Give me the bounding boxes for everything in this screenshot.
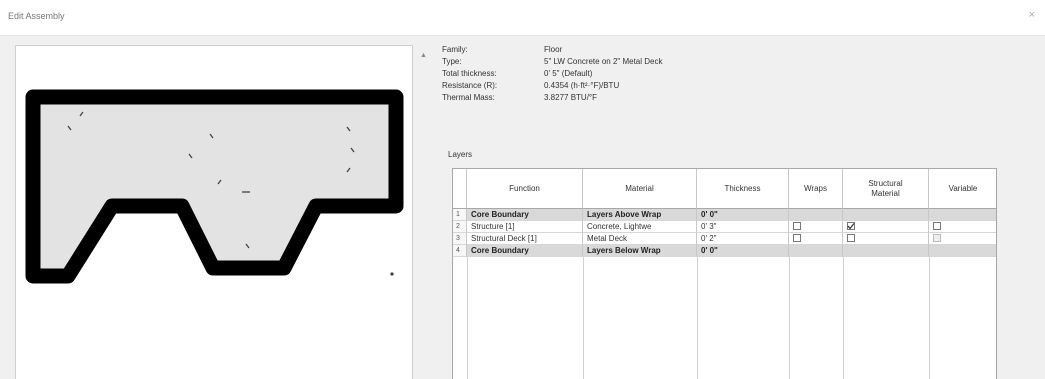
floor-section-profile	[25, 89, 404, 284]
variable-cell	[929, 233, 996, 245]
floor-profile-drawing	[25, 89, 404, 284]
structural-material-cell	[843, 245, 929, 257]
scroll-up-arrow-icon[interactable]: ▲	[420, 52, 427, 59]
layers-table[interactable]: Function Material Thickness Wraps Struct…	[452, 168, 997, 379]
function-cell[interactable]: Structure [1]	[467, 221, 583, 233]
row-number: 4	[453, 245, 467, 257]
property-value: 5" LW Concrete on 2" Metal Deck	[544, 57, 663, 66]
property-label: Type:	[442, 57, 462, 66]
property-value: 0' 5" (Default)	[544, 69, 593, 78]
property-value: 3.8277 BTU/°F	[544, 93, 597, 102]
assembly-preview[interactable]	[15, 45, 413, 379]
property-value: 0.4354 (h·ft²·°F)/BTU	[544, 81, 620, 90]
wraps-checkbox[interactable]	[793, 221, 801, 230]
column-header-material[interactable]: Material	[583, 169, 697, 209]
function-cell[interactable]: Core Boundary	[467, 245, 583, 257]
row-number-header	[453, 169, 467, 209]
variable-cell	[929, 209, 996, 221]
column-divider	[697, 257, 698, 379]
wraps-checkbox[interactable]	[793, 233, 801, 242]
layers-label: Layers	[448, 150, 473, 159]
property-label: Total thickness:	[442, 69, 497, 78]
wraps-cell	[789, 233, 843, 245]
wraps-cell	[789, 221, 843, 233]
function-cell[interactable]: Core Boundary	[467, 209, 583, 221]
thickness-cell[interactable]: 0' 2"	[697, 233, 789, 245]
function-cell[interactable]: Structural Deck [1]	[467, 233, 583, 245]
structural-material-checkbox[interactable]	[847, 233, 855, 242]
material-cell[interactable]: Metal Deck	[583, 233, 697, 245]
row-number: 2	[453, 221, 467, 233]
structural-material-cell	[843, 209, 929, 221]
property-label: Family:	[442, 45, 468, 54]
column-divider	[929, 257, 930, 379]
variable-cell	[929, 245, 996, 257]
structural-material-cell	[843, 233, 929, 245]
property-value: Floor	[544, 45, 563, 54]
material-cell[interactable]: Concrete, Lightwe	[583, 221, 697, 233]
wraps-cell	[789, 209, 843, 221]
row-number: 1	[453, 209, 467, 221]
property-label: Thermal Mass:	[442, 93, 495, 102]
checkmark-icon	[847, 223, 855, 230]
column-header-structural-material[interactable]: Structural Material	[843, 169, 929, 209]
window-title: Edit Assembly	[8, 11, 65, 21]
material-cell[interactable]: Layers Below Wrap	[583, 245, 697, 257]
thickness-cell[interactable]: 0' 0"	[697, 209, 789, 221]
column-divider	[789, 257, 790, 379]
thickness-cell[interactable]: 0' 3"	[697, 221, 789, 233]
material-cell[interactable]: Layers Above Wrap	[583, 209, 697, 221]
close-icon[interactable]: ×	[1029, 9, 1035, 21]
column-header-thickness[interactable]: Thickness	[697, 169, 789, 209]
variable-checkbox[interactable]	[933, 221, 941, 230]
wraps-cell	[789, 245, 843, 257]
row-number: 3	[453, 233, 467, 245]
column-header-variable[interactable]: Variable	[929, 169, 996, 209]
column-divider	[467, 257, 468, 379]
column-header-function[interactable]: Function	[467, 169, 583, 209]
column-divider	[583, 257, 584, 379]
column-divider	[843, 257, 844, 379]
structural-material-cell	[843, 221, 929, 233]
title-bar: Edit Assembly ×	[0, 0, 1045, 36]
variable-cell	[929, 221, 996, 233]
structural-material-checkbox[interactable]	[847, 221, 855, 230]
column-header-wraps[interactable]: Wraps	[789, 169, 843, 209]
thickness-cell[interactable]: 0' 0"	[697, 245, 789, 257]
variable-checkbox[interactable]	[933, 233, 941, 242]
property-label: Resistance (R):	[442, 81, 498, 90]
